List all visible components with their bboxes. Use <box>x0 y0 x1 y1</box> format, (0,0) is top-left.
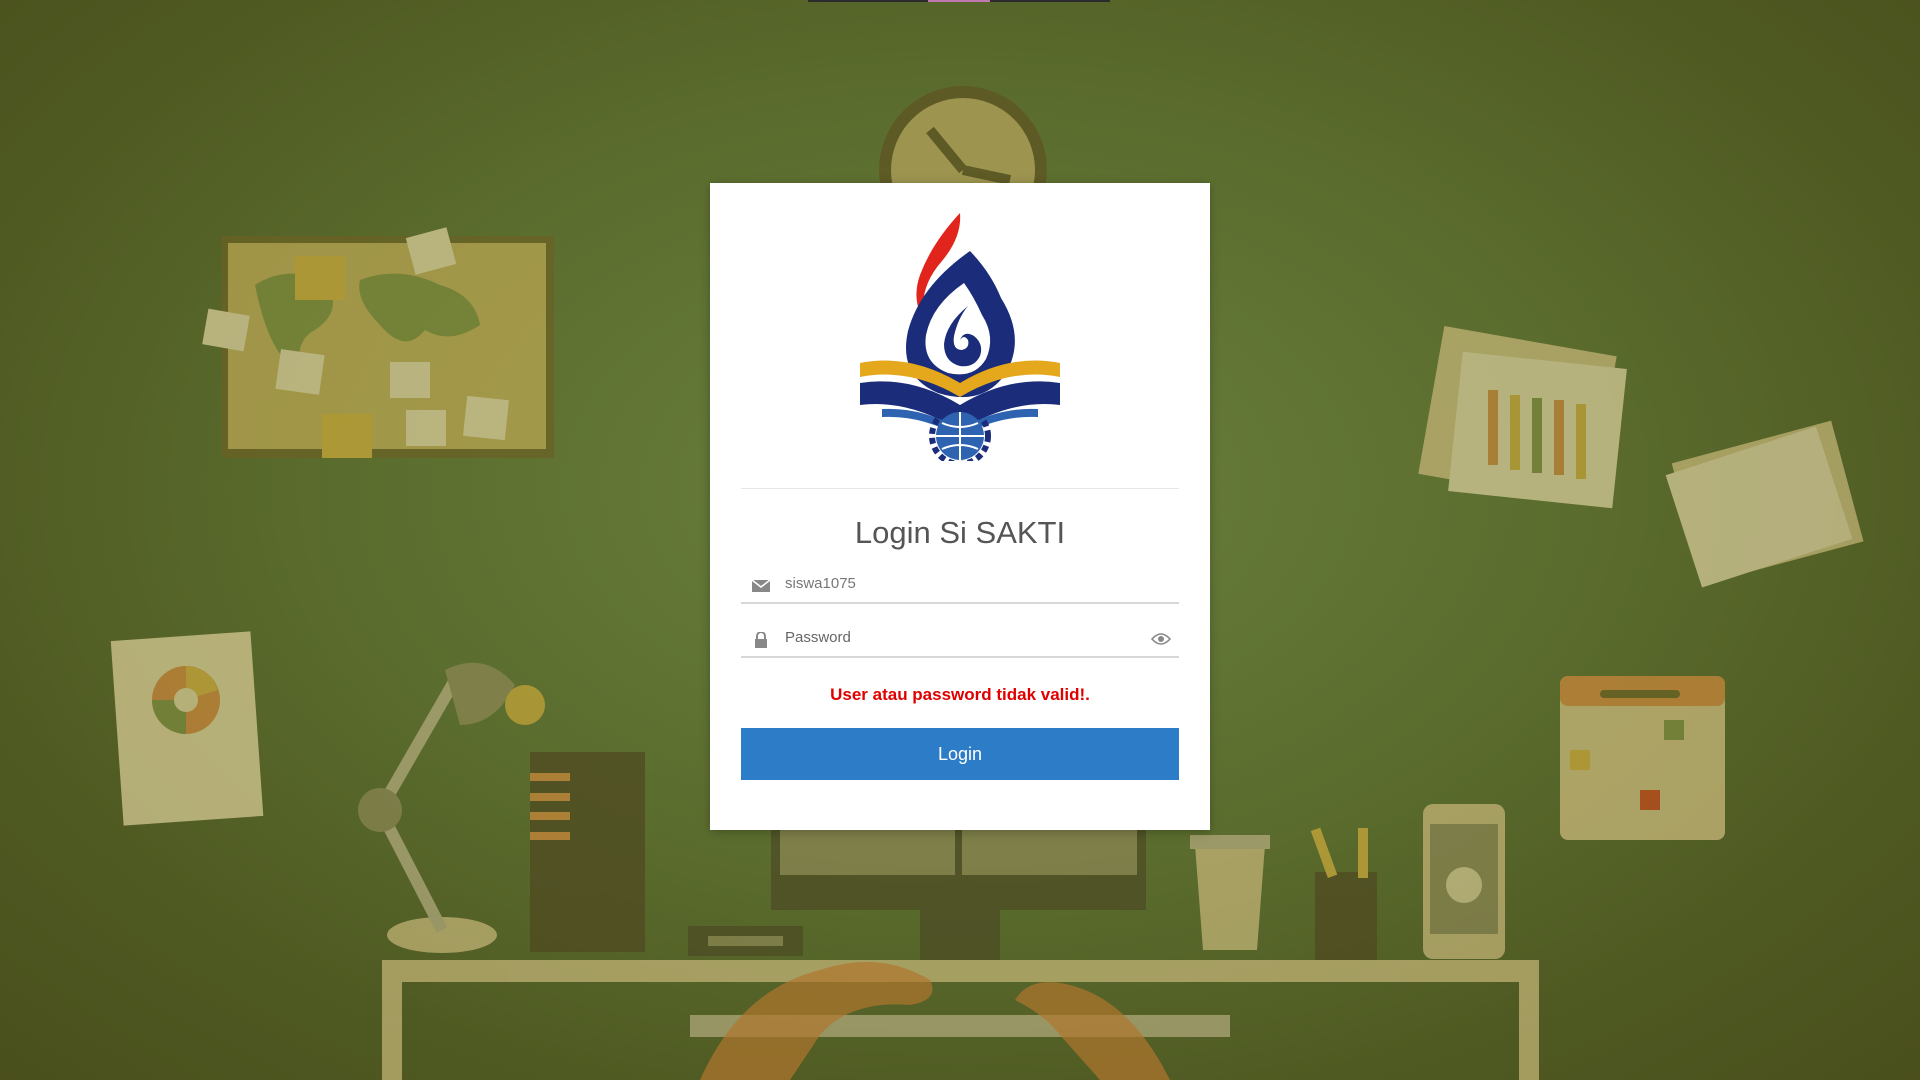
paper-illustration <box>1665 420 1864 588</box>
login-button[interactable]: Login <box>741 728 1179 780</box>
password-field[interactable] <box>741 620 1179 658</box>
calendar-illustration <box>1560 676 1725 840</box>
sakti-logo <box>860 213 1060 461</box>
login-card: Login Si SAKTI User atau password tidak … <box>710 183 1210 830</box>
pencil-cup-illustration <box>1310 827 1377 960</box>
report-illustration <box>110 631 264 826</box>
eye-icon[interactable] <box>1151 632 1171 646</box>
username-field[interactable] <box>741 566 1179 604</box>
top-progress-accent <box>928 0 990 2</box>
chart-document-illustration <box>1418 326 1627 509</box>
lamp-illustration <box>358 662 545 953</box>
error-message: User atau password tidak valid!. <box>830 685 1090 704</box>
radio-illustration <box>688 926 803 956</box>
phone-illustration <box>1423 804 1505 959</box>
page-title: Login Si SAKTI <box>854 515 1066 550</box>
cup-illustration <box>1190 835 1270 950</box>
lock-icon <box>755 632 767 648</box>
shelf-illustration <box>530 752 645 952</box>
world-map-illustration <box>202 227 554 458</box>
logo-divider <box>741 488 1179 489</box>
password-input[interactable] <box>785 620 1125 654</box>
username-input[interactable] <box>785 566 1125 600</box>
envelope-icon <box>751 579 771 592</box>
